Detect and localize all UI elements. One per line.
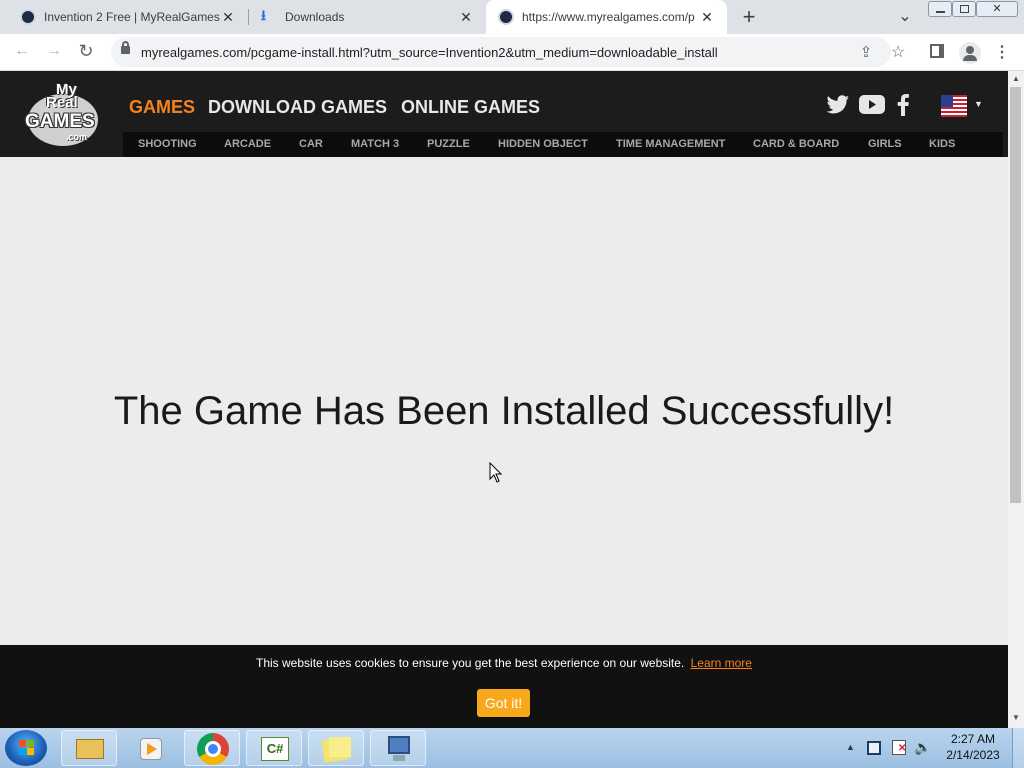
network-app-icon[interactable] [370,730,426,766]
category-car[interactable]: CAR [299,138,323,150]
start-button[interactable] [5,730,47,766]
media-player-icon[interactable] [122,730,178,766]
close-window-button[interactable]: ✕ [976,1,1018,17]
windows-taskbar: C# ▲ ✕ 🔈 2:27 AM 2/14/2023 [0,728,1024,768]
tab-strip: Invention 2 Free | MyRealGames.c ✕ ⭳ Dow… [0,0,1024,34]
download-icon: ⭳ [261,7,266,23]
scroll-thumb[interactable] [1010,87,1021,503]
restore-button[interactable] [952,1,976,17]
mouse-cursor-icon [489,462,503,483]
page-scrollbar[interactable]: ▲ ▼ [1008,71,1024,728]
back-icon[interactable]: ← [11,42,33,60]
date-text: 2/14/2023 [946,748,1000,762]
category-girls[interactable]: GIRLS [868,138,902,150]
category-puzzle[interactable]: PUZZLE [427,138,470,150]
tab-title: https://www.myrealgames.com/p [522,10,695,24]
close-tab-icon[interactable]: ✕ [458,9,474,26]
menu-icon[interactable]: ⋮ [991,42,1013,62]
facebook-icon[interactable] [897,94,909,116]
nav-games[interactable]: GAMES [129,97,195,118]
reload-icon[interactable]: ↻ [75,41,97,62]
cookie-message: This website uses cookies to ensure you … [0,656,1008,670]
site-favicon-icon [20,9,36,25]
action-center-icon[interactable]: ✕ [892,740,906,755]
tab-search-button[interactable]: ⌄ [893,6,917,28]
share-icon[interactable]: ⇪ [855,43,877,61]
category-match-3[interactable]: MATCH 3 [351,138,399,150]
cookie-banner: This website uses cookies to ensure you … [0,645,1008,728]
tab-install[interactable]: https://www.myrealgames.com/p ✕ [486,0,727,34]
chrome-icon[interactable] [184,730,240,766]
got-it-button[interactable]: Got it! [477,689,530,717]
side-panel-icon[interactable] [930,44,944,58]
address-bar[interactable]: myrealgames.com/pcgame-install.html?utm_… [111,37,905,67]
install-success-headline: The Game Has Been Installed Successfully… [113,389,895,433]
clock[interactable]: 2:27 AM 2/14/2023 [940,732,1006,762]
category-arcade[interactable]: ARCADE [224,138,271,150]
category-bar: SHOOTING ARCADE CAR MATCH 3 PUZZLE HIDDE… [123,132,1003,157]
url-text: myrealgames.com/pcgame-install.html?utm_… [141,45,718,60]
scroll-down-icon[interactable]: ▼ [1012,713,1020,722]
bookmark-star-icon[interactable]: ☆ [887,42,909,62]
tab-downloads[interactable]: ⭳ Downloads ✕ [249,0,486,34]
lock-icon [121,41,130,54]
youtube-icon[interactable] [859,95,885,114]
browser-toolbar: ← → ↻ myrealgames.com/pcgame-install.htm… [0,34,1024,71]
site-logo[interactable]: My Real GAMES .com [22,80,102,150]
tab-title: Invention 2 Free | MyRealGames.c [44,10,220,24]
logo-text: GAMES [25,111,95,132]
cookie-text: This website uses cookies to ensure you … [256,656,685,670]
notes-icon[interactable] [308,730,364,766]
logo-text: .com [66,132,88,142]
twitter-icon[interactable] [826,95,850,115]
tab-invention[interactable]: Invention 2 Free | MyRealGames.c ✕ [8,0,248,34]
show-desktop-button[interactable] [1012,728,1024,768]
tab-title: Downloads [285,10,345,24]
explorer-icon[interactable] [61,730,117,766]
time-text: 2:27 AM [950,732,996,746]
nav-online-games[interactable]: ONLINE GAMES [401,97,540,118]
new-tab-button[interactable]: + [736,4,762,30]
chevron-down-icon[interactable]: ▼ [974,99,983,109]
csharp-icon[interactable]: C# [246,730,302,766]
category-shooting[interactable]: SHOOTING [138,138,197,150]
tray-expand-icon[interactable]: ▲ [846,742,855,752]
category-kids[interactable]: KIDS [929,138,955,150]
volume-icon[interactable]: 🔈 [914,739,931,756]
site-header: My Real GAMES .com GAMES DOWNLOAD GAMES … [0,71,1008,157]
logo-text: Real [46,94,78,111]
web-page: My Real GAMES .com GAMES DOWNLOAD GAMES … [0,71,1008,728]
site-favicon-icon [498,9,514,25]
category-time-management[interactable]: TIME MANAGEMENT [616,138,725,150]
nav-download-games[interactable]: DOWNLOAD GAMES [208,97,387,118]
category-card-board[interactable]: CARD & BOARD [753,138,839,150]
us-flag-icon[interactable] [941,95,967,117]
learn-more-link[interactable]: Learn more [691,656,752,670]
category-hidden-object[interactable]: HIDDEN OBJECT [498,138,588,150]
scroll-up-icon[interactable]: ▲ [1012,74,1020,83]
forward-icon[interactable]: → [43,42,65,60]
close-tab-icon[interactable]: ✕ [220,9,236,26]
close-tab-icon[interactable]: ✕ [699,9,715,26]
profile-icon[interactable] [959,42,981,64]
minimize-button[interactable] [928,1,952,17]
network-tray-icon[interactable] [867,741,881,755]
